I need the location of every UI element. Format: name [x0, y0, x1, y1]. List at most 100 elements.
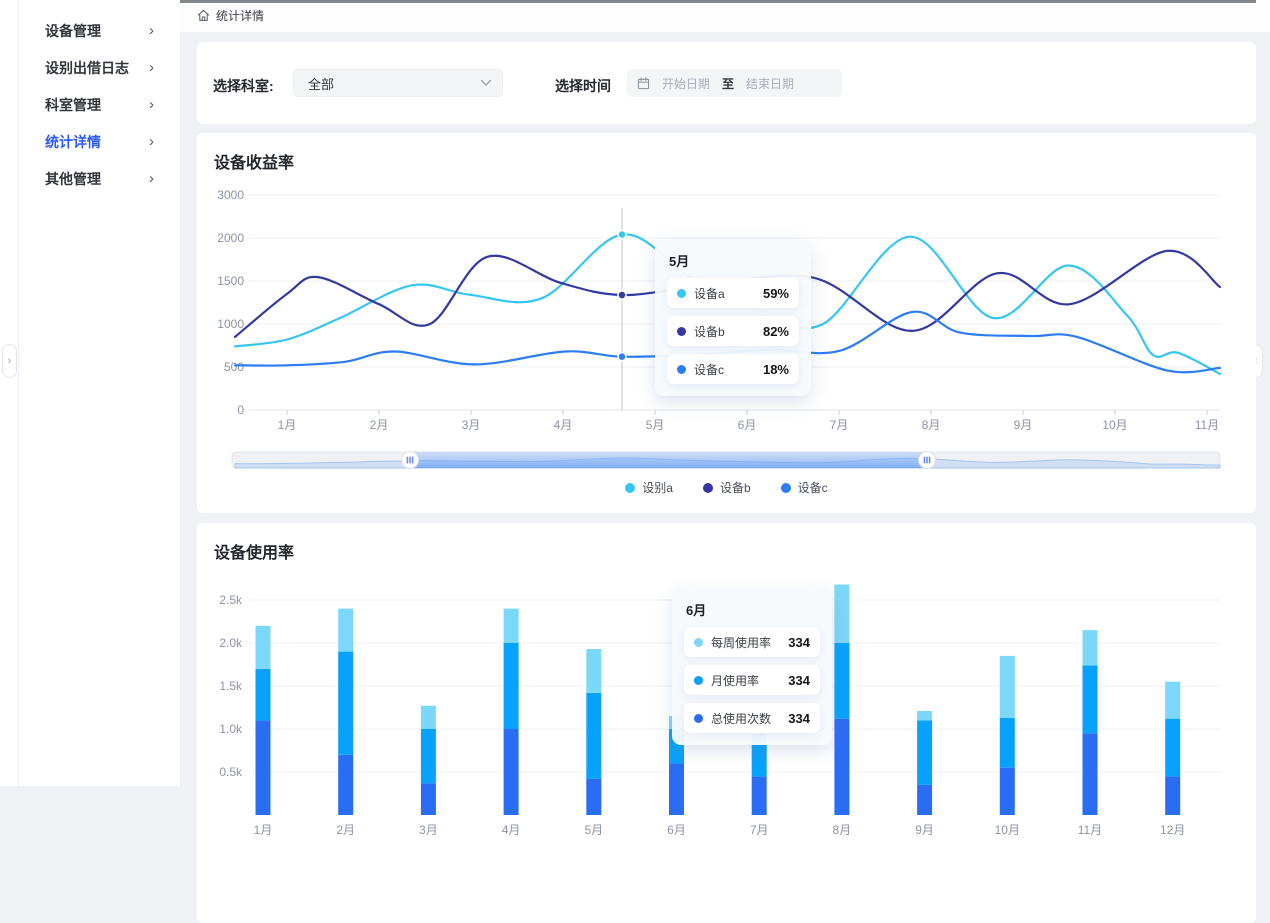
series-dot-icon	[694, 638, 703, 647]
x-axis-tick-label: 4月	[502, 823, 521, 837]
tooltip-row: 设备a59%	[667, 278, 799, 308]
sidebar-item-3[interactable]: 统计详情›	[0, 123, 180, 160]
chevron-right-icon: ›	[149, 97, 154, 112]
line-chart-tooltip: 5月 设备a59% 设备b82% 设备c 18%	[655, 240, 811, 396]
bar-segment	[586, 649, 601, 693]
date-range-picker[interactable]: 开始日期 至 结束日期	[627, 69, 842, 97]
chevron-right-icon: ›	[149, 60, 154, 75]
series-dot-icon	[677, 365, 686, 374]
x-axis-tick-label: 3月	[462, 418, 481, 432]
x-axis-tick-label: 11月	[1078, 823, 1102, 837]
x-axis-tick-label: 10月	[995, 823, 1020, 837]
x-axis-tick-label: 8月	[922, 418, 941, 432]
bar-segment	[834, 719, 849, 815]
handle-grip-icon	[409, 457, 411, 464]
legend-label: 设别a	[642, 479, 673, 496]
revenue-chart-card: 设备收益率 300020001500100050001月2月3月4月5月6月7月…	[197, 133, 1256, 513]
y-axis-tick-label: 2000	[217, 231, 244, 245]
breadcrumb-label: 统计详情	[216, 7, 264, 24]
handle-grip-icon	[412, 457, 414, 464]
chevron-right-icon: ›	[8, 355, 12, 367]
legend-item-0[interactable]: 设别a	[625, 479, 673, 496]
bar-segment	[1083, 630, 1098, 665]
x-axis-tick-label: 11月	[1195, 418, 1219, 432]
sidebar-item-0[interactable]: 设备管理 ›	[0, 12, 180, 49]
pointer-dot-icon	[618, 231, 626, 239]
bar-segment	[1000, 656, 1015, 718]
end-date-input[interactable]: 结束日期	[746, 75, 794, 92]
bar-segment	[1165, 776, 1180, 815]
bar-segment	[256, 669, 271, 721]
handle-grip-icon	[926, 457, 928, 464]
tooltip-series-name: 总使用次数	[711, 710, 771, 727]
tooltip-series-value: 334	[788, 635, 810, 650]
department-select[interactable]: 全部	[293, 69, 503, 97]
x-axis-tick-label: 1月	[278, 418, 297, 432]
bar-segment	[917, 785, 932, 815]
tooltip-series-name: 月使用率	[711, 672, 759, 689]
chevron-right-icon: ›	[149, 23, 154, 38]
filter-card: 选择科室: 全部 选择时间 开始日期 至 结束日期	[197, 42, 1256, 124]
legend-label: 设备c	[798, 479, 828, 496]
bar-segment	[1000, 718, 1015, 768]
datazoom-selection[interactable]	[410, 452, 927, 468]
y-axis-tick-label: 1000	[217, 317, 244, 331]
x-axis-tick-label: 8月	[833, 823, 852, 837]
sidebar-item-label: 设备管理	[45, 21, 101, 41]
tooltip-series-name: 设备c	[694, 361, 724, 378]
x-axis-tick-label: 10月	[1102, 418, 1127, 432]
bar-segment	[1083, 733, 1098, 815]
tooltip-title: 6月	[686, 600, 820, 619]
bar-segment	[338, 755, 353, 815]
sidebar-item-1[interactable]: 设别出借日志›	[0, 49, 180, 86]
datazoom-handle-left[interactable]	[402, 452, 419, 469]
bar-chart-tooltip: 6月 每周使用率334月使用率334总使用次数334	[672, 589, 832, 745]
series-dot-icon	[694, 714, 703, 723]
time-filter-label: 选择时间	[555, 76, 611, 96]
bar-segment	[421, 706, 436, 729]
bar-segment	[917, 711, 932, 720]
bar-segment	[1165, 719, 1180, 777]
bar-segment	[834, 585, 849, 643]
handle-grip-icon	[407, 457, 409, 464]
datazoom-handle-right[interactable]	[919, 452, 936, 469]
x-axis-tick-label: 6月	[738, 418, 757, 432]
y-axis-tick-label: 0.5k	[219, 765, 243, 779]
tooltip-row: 月使用率334	[684, 665, 820, 695]
legend-item-2[interactable]: 设备c	[781, 479, 828, 496]
sidebar-item-label: 其他管理	[45, 169, 101, 189]
bar-segment	[504, 609, 519, 643]
sidebar-item-2[interactable]: 科室管理 ›	[0, 86, 180, 123]
legend-dot-icon	[703, 483, 713, 493]
start-date-input[interactable]: 开始日期	[662, 75, 710, 92]
bar-segment	[586, 779, 601, 815]
home-icon	[197, 9, 210, 22]
bar-segment	[752, 776, 767, 815]
bar-segment	[834, 643, 849, 719]
breadcrumb[interactable]: 统计详情	[197, 7, 264, 24]
sidebar-menu: 设备管理›设别出借日志›科室管理›统计详情›其他管理›	[0, 12, 180, 197]
department-select-value: 全部	[308, 74, 480, 93]
x-axis-tick-label: 2月	[370, 418, 389, 432]
sidebar-item-label: 科室管理	[45, 95, 101, 115]
tooltip-title: 5月	[669, 251, 799, 270]
x-axis-tick-label: 7月	[830, 418, 849, 432]
drawer-expand-left-button[interactable]: ›	[2, 344, 17, 378]
tooltip-series-value: 18%	[763, 362, 789, 377]
bar-segment	[256, 720, 271, 815]
legend-item-1[interactable]: 设备b	[703, 479, 751, 496]
department-filter-label: 选择科室:	[213, 76, 274, 96]
bar-segment	[504, 729, 519, 815]
x-axis-tick-label: 2月	[336, 823, 355, 837]
series-dot-icon	[694, 676, 703, 685]
tooltip-series-name: 设备a	[694, 285, 725, 302]
tooltip-series-name: 设备b	[694, 323, 725, 340]
sidebar-item-4[interactable]: 其他管理›	[0, 160, 180, 197]
date-range-separator: 至	[722, 75, 734, 92]
tooltip-row: 设备b82%	[667, 316, 799, 346]
usage-chart-card: 设备使用率 2.5k2.0k1.5k1.0k0.5k1月2月3月4月5月6月7月…	[197, 523, 1256, 923]
legend-label: 设备b	[720, 479, 751, 496]
y-axis-tick-label: 1.5k	[219, 679, 243, 693]
y-axis-tick-label: 1.0k	[219, 722, 243, 736]
bar-segment	[1165, 682, 1180, 719]
